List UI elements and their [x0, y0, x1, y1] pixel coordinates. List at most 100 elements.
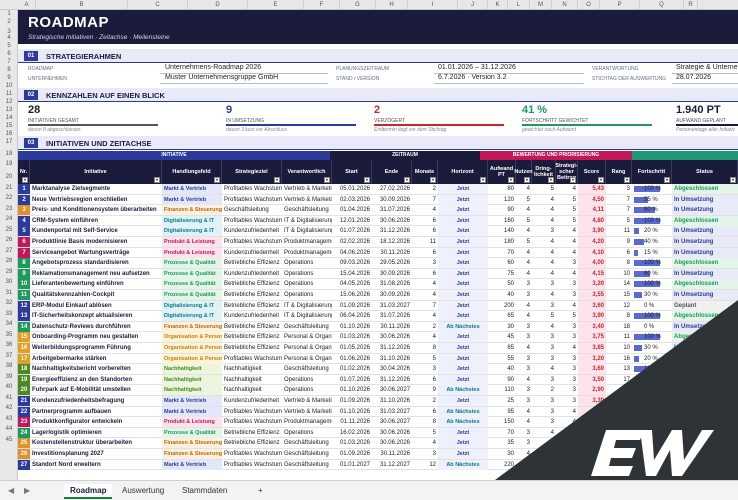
cell-ende[interactable]: 30.06.2027: [372, 417, 412, 427]
cell-monate[interactable]: 6: [412, 226, 438, 236]
cell-initiative[interactable]: Preis- und Konditionensystem überarbeite…: [30, 205, 162, 215]
cell-verantwortlich[interactable]: Produktmanagement: [282, 248, 332, 258]
filter-dropdown-icon[interactable]: ▾: [570, 177, 576, 183]
cell-aufwandpt[interactable]: 60: [488, 258, 516, 268]
cell-handlungsfeld[interactable]: Produkt & Leistung: [162, 247, 222, 258]
cell-status[interactable]: Abgeschlossen: [672, 215, 738, 226]
cell-verantwortlich[interactable]: Geschäftsleitung: [282, 205, 332, 215]
cell-aufwandpt[interactable]: 180: [488, 237, 516, 247]
cell-strategieziel[interactable]: Profitables Wachstum: [222, 184, 282, 194]
cell-nutzen[interactable]: 4: [516, 205, 532, 215]
cell-status[interactable]: In Umsetzung: [672, 226, 738, 237]
cell-score[interactable]: 4,10: [578, 247, 606, 258]
cell-strategieziel[interactable]: Betriebliche Effizienz: [222, 290, 282, 300]
cell-fortschritt[interactable]: 30 %: [632, 290, 672, 300]
row-number[interactable]: 44: [0, 426, 18, 432]
cell-verantwortlich[interactable]: IT & Digitalisierung: [282, 226, 332, 236]
cell-strategischerbeitrag[interactable]: 5: [556, 195, 578, 205]
cell-monate[interactable]: 11: [412, 237, 438, 247]
column-header-a[interactable]: A: [18, 0, 36, 9]
row-number[interactable]: 7: [0, 59, 18, 65]
cell-handlungsfeld[interactable]: Nachhaltigkeit: [162, 385, 222, 396]
cell-verantwortlich[interactable]: Operations: [282, 385, 332, 395]
column-header-r[interactable]: R: [684, 0, 698, 9]
row-number[interactable]: 36: [0, 342, 18, 348]
cell-verantwortlich[interactable]: Operations: [282, 258, 332, 268]
cell-rang[interactable]: 5: [606, 216, 632, 226]
cell-strategieziel[interactable]: Kundenzufriedenheit: [222, 396, 282, 406]
cell-initiative[interactable]: Nachhaltigkeitsbericht vorbereiten: [30, 364, 162, 374]
cell-fortschritt[interactable]: 100 %: [632, 258, 672, 268]
cell-score[interactable]: 4,15: [578, 268, 606, 279]
row-number[interactable]: 2: [0, 19, 18, 25]
cell-horizont[interactable]: Jetzt: [438, 279, 488, 290]
filter-dropdown-icon[interactable]: ▾: [274, 177, 280, 183]
cell-ende[interactable]: 30.06.2027: [372, 385, 412, 395]
cell-strategischerbeitrag[interactable]: 4: [556, 269, 578, 279]
cell-dringlichkeit[interactable]: 4: [532, 269, 556, 279]
cell-aufwandpt[interactable]: 50: [488, 279, 516, 289]
cell-aufwandpt[interactable]: 75: [488, 269, 516, 279]
cell-strategieziel[interactable]: Profitables Wachstum: [222, 449, 282, 459]
cell-initiative[interactable]: Qualitätskennzahlen-Cockpit: [30, 290, 162, 300]
cell-handlungsfeld[interactable]: Nachhaltigkeit: [162, 374, 222, 385]
cell-start[interactable]: 01.02.2026: [332, 364, 372, 374]
cell-initiative[interactable]: Kostenstellenstruktur überarbeiten: [30, 438, 162, 448]
cell-verantwortlich[interactable]: IT & Digitalisierung: [282, 301, 332, 311]
filter-dropdown-icon[interactable]: ▾: [324, 177, 330, 183]
cell-fortschritt[interactable]: 15 %: [632, 248, 672, 258]
cell-start[interactable]: 01.09.2026: [332, 396, 372, 406]
cell-rang[interactable]: 8: [606, 258, 632, 268]
cell-strategieziel[interactable]: Betriebliche Effizienz: [222, 343, 282, 353]
row-number[interactable]: 30: [0, 279, 18, 285]
column-header-h[interactable]: H: [376, 0, 408, 9]
row-number[interactable]: 42: [0, 405, 18, 411]
row-number[interactable]: 37: [0, 353, 18, 359]
cell-nutzen[interactable]: 4: [516, 226, 532, 236]
cell-dringlichkeit[interactable]: 4: [532, 290, 556, 300]
row-number[interactable]: 12: [0, 99, 18, 105]
column-header-l[interactable]: L: [508, 0, 530, 9]
cell-start[interactable]: 04.06.2026: [332, 248, 372, 258]
cell-start[interactable]: 06.04.2026: [332, 311, 372, 321]
filter-dropdown-icon[interactable]: ▾: [214, 177, 220, 183]
cell-initiative[interactable]: Neue Vertriebsregion erschließen: [30, 195, 162, 205]
cell-initiative[interactable]: Fuhrpark auf E-Mobilität umstellen: [30, 385, 162, 395]
cell-ende[interactable]: 31.03.2027: [372, 407, 412, 417]
cell-verantwortlich[interactable]: Operations: [282, 290, 332, 300]
cell-start[interactable]: 01.03.2026: [332, 438, 372, 448]
row-number[interactable]: 14: [0, 115, 18, 121]
row-number[interactable]: 25: [0, 227, 18, 233]
row-number[interactable]: 31: [0, 290, 18, 296]
cell-initiative[interactable]: Datenschutz-Reviews durchführen: [30, 322, 162, 332]
cell-strategieziel[interactable]: Kundenzufriedenheit: [222, 311, 282, 321]
cell-ende[interactable]: 18.12.2026: [372, 237, 412, 247]
cell-horizont[interactable]: Jetzt: [438, 194, 488, 205]
cell-strategieziel[interactable]: Profitables Wachstum: [222, 195, 282, 205]
cell-strategieziel[interactable]: Profitables Wachstum: [222, 237, 282, 247]
cell-verantwortlich[interactable]: Vertrieb & Marketing: [282, 184, 332, 194]
cell-verantwortlich[interactable]: Operations: [282, 279, 332, 289]
cell-start[interactable]: 02.02.2026: [332, 237, 372, 247]
cell-dringlichkeit[interactable]: 4: [532, 216, 556, 226]
cell-start[interactable]: 01.04.2026: [332, 205, 372, 215]
cell-fortschritt[interactable]: 80 %: [632, 205, 672, 215]
cell-handlungsfeld[interactable]: Prozesse & Qualität: [162, 290, 222, 300]
row-number[interactable]: 20: [0, 174, 18, 180]
cell-nutzen[interactable]: 5: [516, 195, 532, 205]
column-header-c[interactable]: C: [128, 0, 188, 9]
filter-dropdown-icon[interactable]: ▾: [364, 177, 370, 183]
cell-ende[interactable]: 31.10.2026: [372, 354, 412, 364]
cell-status[interactable]: In Umsetzung: [672, 268, 738, 279]
cell-handlungsfeld[interactable]: Prozesse & Qualität: [162, 268, 222, 279]
filter-dropdown-icon[interactable]: ▾: [404, 177, 410, 183]
cell-score[interactable]: 3,55: [578, 290, 606, 300]
cell-fortschritt[interactable]: 100 %: [632, 216, 672, 226]
roadmap-value[interactable]: Unternehmens-Roadmap 2026: [165, 64, 261, 71]
cell-handlungsfeld[interactable]: Markt & Vertrieb: [162, 396, 222, 406]
cell-initiative[interactable]: Lieferantenbewertung einführen: [30, 279, 162, 289]
cell-nutzen[interactable]: 5: [516, 237, 532, 247]
tab-roadmap[interactable]: Roadmap: [64, 484, 113, 499]
cell-status[interactable]: Abgeschlossen: [672, 279, 738, 290]
cell-ende[interactable]: 31.07.2026: [372, 311, 412, 321]
